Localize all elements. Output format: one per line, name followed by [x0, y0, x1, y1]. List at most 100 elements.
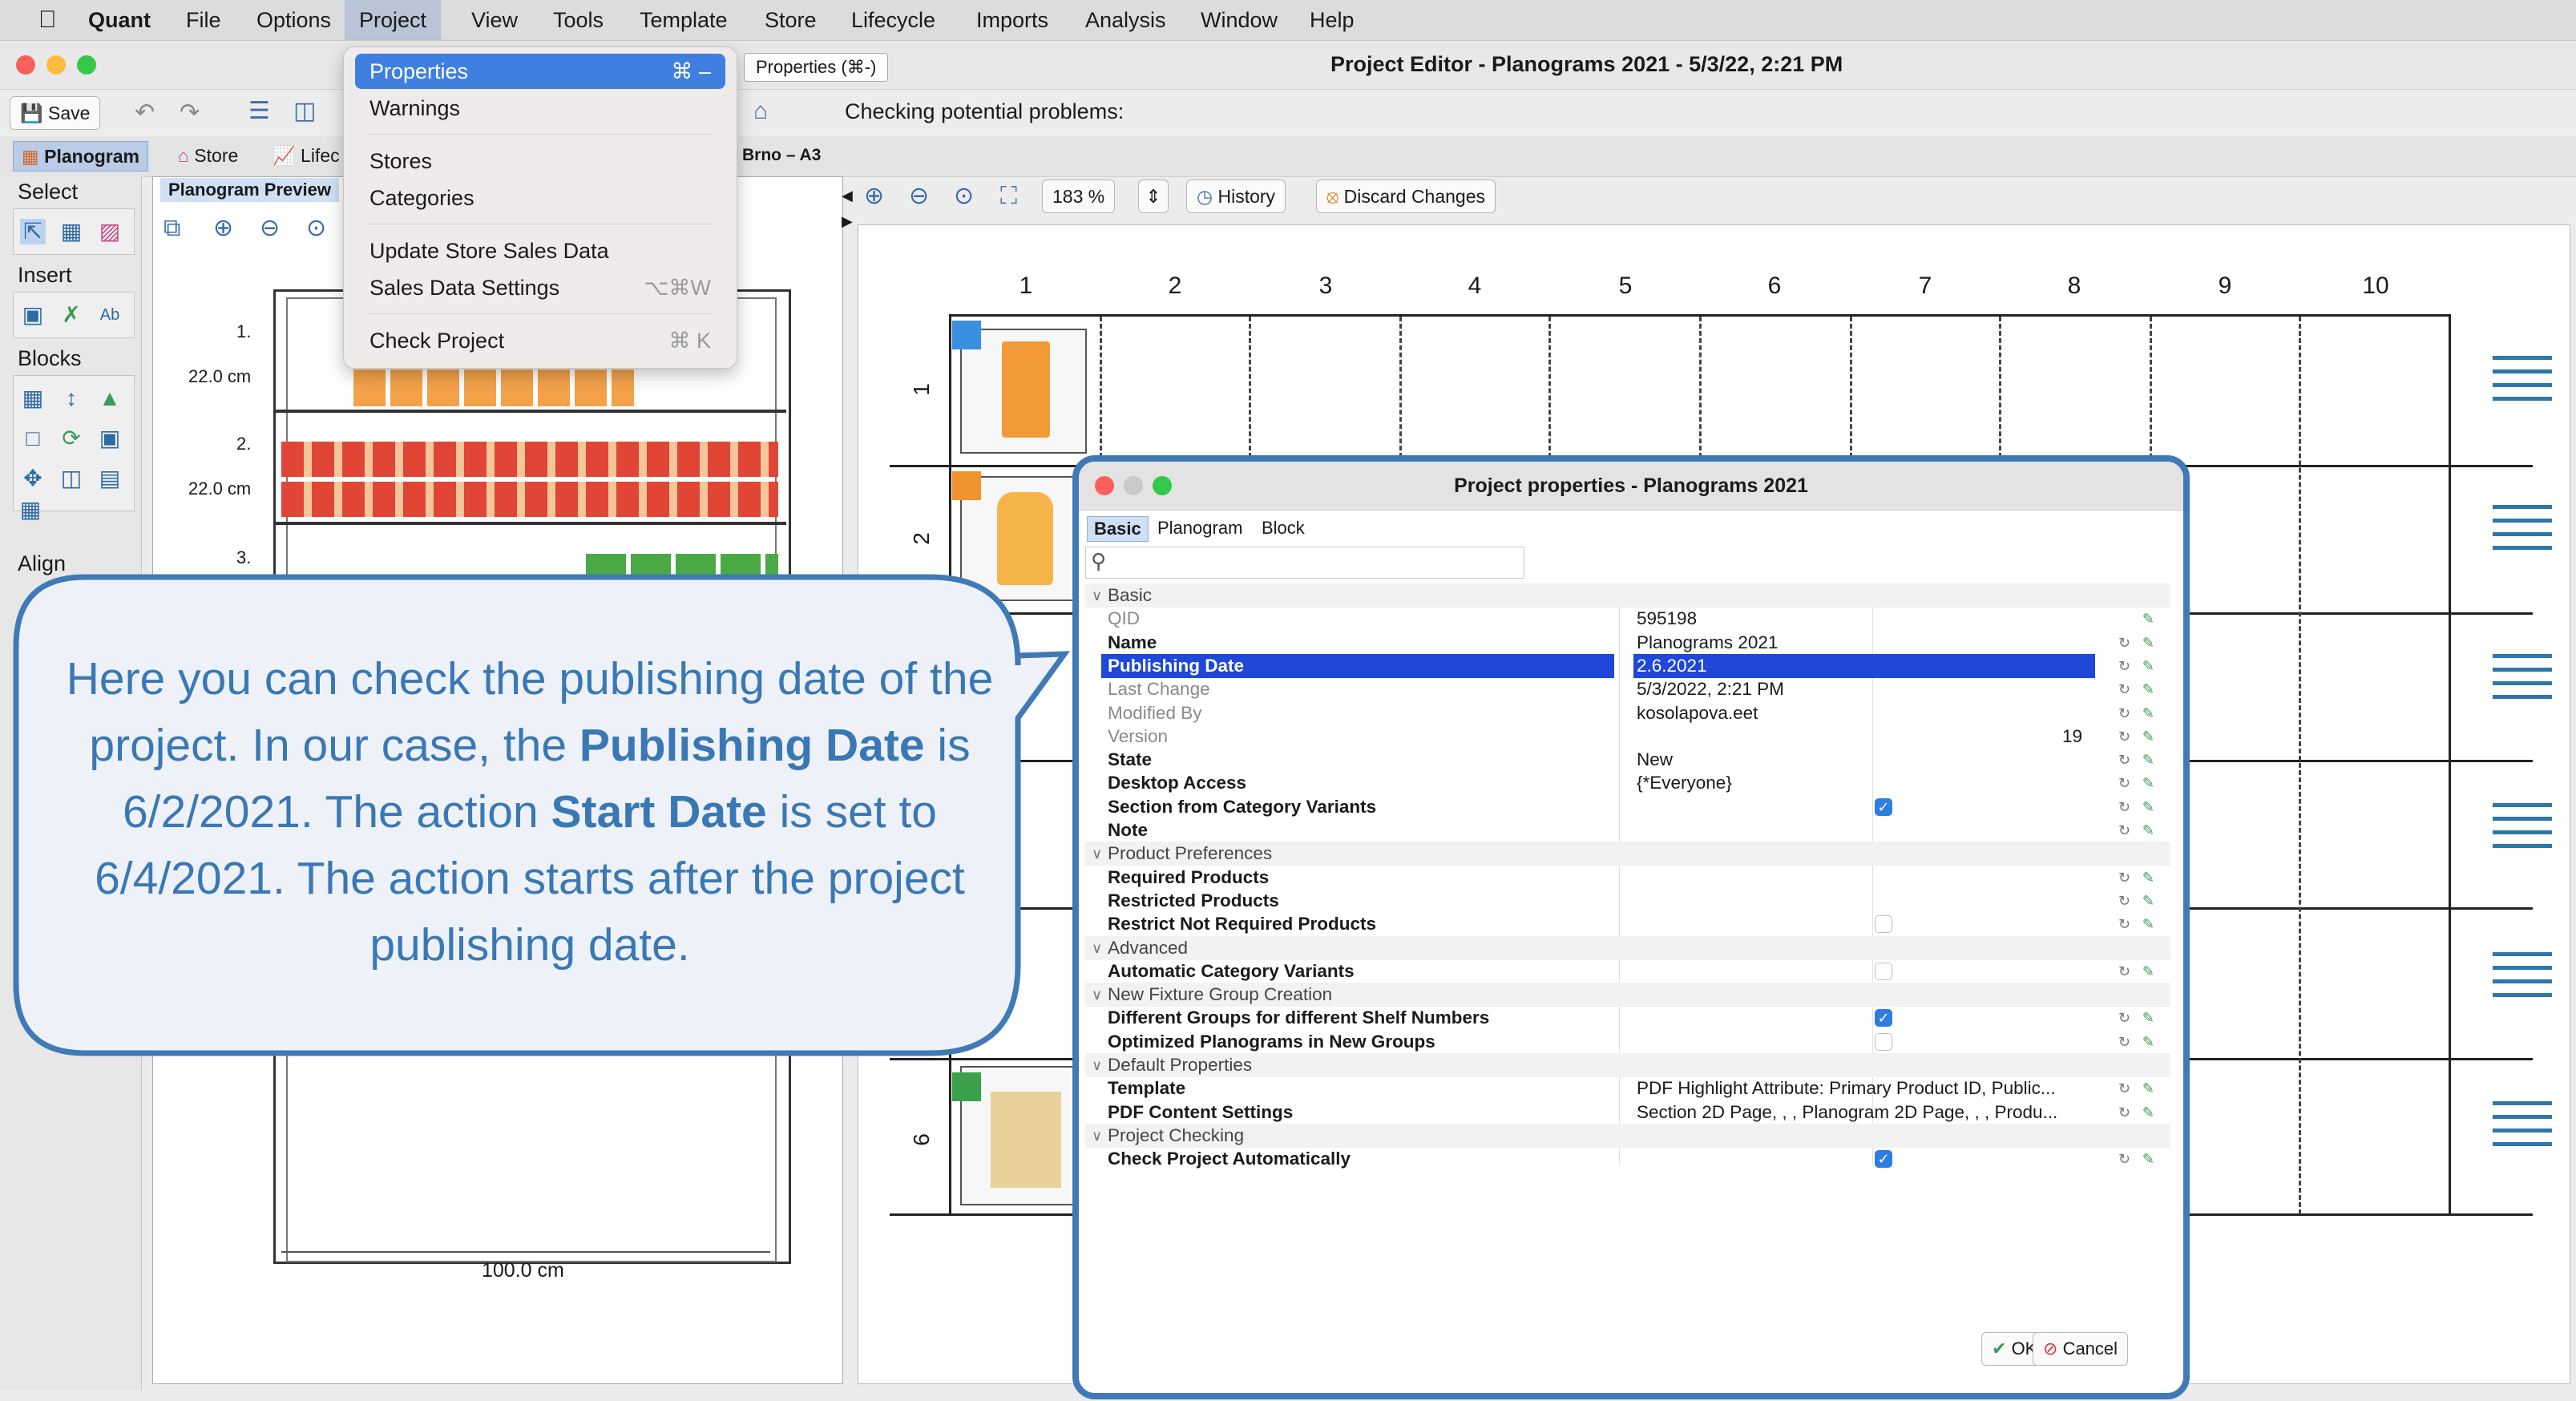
- menu-analysis[interactable]: Analysis: [1071, 0, 1181, 40]
- property-row[interactable]: QID 595198 ✎: [1085, 607, 2170, 631]
- property-value[interactable]: kosolapova.eet: [1637, 701, 1758, 725]
- apple-icon[interactable]: : [24, 0, 71, 40]
- edit-icon[interactable]: ✎: [2142, 677, 2154, 701]
- reset-icon[interactable]: ↻: [2118, 889, 2130, 913]
- shelf-align-icon[interactable]: [2493, 1101, 2552, 1156]
- menu-help[interactable]: Help: [1295, 0, 1369, 40]
- property-value[interactable]: 5/3/2022, 2:21 PM: [1637, 677, 1784, 701]
- reset-icon[interactable]: ↻: [2118, 677, 2130, 701]
- edit-icon[interactable]: ✎: [2142, 889, 2154, 913]
- block-distribute-icon[interactable]: ◫: [59, 466, 84, 491]
- chevron-down-icon[interactable]: ∨: [1092, 583, 1102, 608]
- menu-item-warnings[interactable]: Warnings: [355, 91, 725, 126]
- reset-icon[interactable]: ↻: [2118, 748, 2130, 772]
- reset-icon[interactable]: ↻: [2118, 959, 2130, 983]
- history-button[interactable]: ◷ History: [1186, 180, 1286, 213]
- reset-icon[interactable]: ↻: [2118, 701, 2130, 725]
- property-row[interactable]: Restricted Products ↻ ✎: [1085, 889, 2170, 913]
- insert-text-icon[interactable]: Ab: [97, 302, 123, 328]
- menu-imports[interactable]: Imports: [962, 0, 1063, 40]
- property-value[interactable]: 2.6.2021: [1633, 653, 2095, 678]
- menu-item-stores[interactable]: Stores: [355, 143, 725, 179]
- block-rotate-icon[interactable]: ⟳: [59, 426, 84, 451]
- block-stack-icon[interactable]: ▤: [97, 466, 123, 491]
- edit-icon[interactable]: ✎: [2142, 607, 2154, 631]
- edit-icon[interactable]: ✎: [2142, 701, 2154, 725]
- property-checkbox[interactable]: [1875, 962, 1892, 980]
- property-category-row[interactable]: ∨ Basic: [1085, 583, 2170, 608]
- reset-icon[interactable]: ↻: [2118, 725, 2130, 749]
- undo-icon[interactable]: ↶: [135, 101, 155, 125]
- edit-icon[interactable]: ✎: [2142, 725, 2154, 749]
- insert-product-icon[interactable]: ✗: [59, 302, 84, 328]
- menu-lifecycle[interactable]: Lifecycle: [837, 0, 950, 40]
- reset-icon[interactable]: ↻: [2118, 795, 2130, 819]
- property-category-row[interactable]: ∨ Product Preferences: [1085, 842, 2170, 866]
- zoom-fit-icon[interactable]: ⊙: [306, 216, 326, 240]
- app-name-menu[interactable]: Quant: [74, 0, 165, 40]
- property-value[interactable]: {*Everyone}: [1637, 771, 1732, 795]
- zoom-fit-icon[interactable]: ⊙: [954, 184, 974, 208]
- block-expand-icon[interactable]: ▣: [97, 426, 123, 451]
- tab-lifecycle[interactable]: 📈 Lifec: [264, 141, 348, 170]
- block-extra-icon[interactable]: ▦: [18, 497, 43, 523]
- property-checkbox[interactable]: [1875, 1032, 1892, 1051]
- property-checkbox[interactable]: [1875, 915, 1892, 934]
- property-category-row[interactable]: ∨ New Fixture Group Creation: [1085, 983, 2170, 1007]
- menu-window[interactable]: Window: [1186, 0, 1292, 40]
- panel-collapse-right-icon[interactable]: ▶: [842, 213, 853, 230]
- chevron-down-icon[interactable]: ∨: [1092, 936, 1102, 960]
- reset-icon[interactable]: ↻: [2118, 818, 2130, 842]
- shelf-align-icon[interactable]: [2493, 803, 2552, 858]
- property-row[interactable]: Section from Category Variants ✓ ↻ ✎: [1085, 795, 2170, 819]
- reset-icon[interactable]: ↻: [2118, 1006, 2130, 1030]
- menu-store[interactable]: Store: [750, 0, 831, 40]
- property-row[interactable]: Name Planograms 2021 ↻ ✎: [1085, 631, 2170, 655]
- property-value[interactable]: 19: [2062, 725, 2082, 749]
- reset-icon[interactable]: ↻: [2118, 771, 2130, 795]
- list-view-icon[interactable]: ☰: [248, 99, 270, 123]
- zoom-level-field[interactable]: 183 %: [1042, 180, 1116, 213]
- reset-icon[interactable]: ↻: [2118, 1147, 2130, 1171]
- edit-icon[interactable]: ✎: [2142, 631, 2154, 655]
- edit-icon[interactable]: ✎: [2142, 1100, 2154, 1124]
- copy-icon[interactable]: ⧉: [164, 216, 180, 240]
- edit-icon[interactable]: ✎: [2142, 912, 2154, 936]
- select-grid-icon[interactable]: ▦: [59, 219, 84, 244]
- block-group-icon[interactable]: □: [20, 426, 46, 451]
- chevron-down-icon[interactable]: ∨: [1092, 842, 1102, 866]
- close-window-button[interactable]: [16, 55, 35, 75]
- property-row[interactable]: Version 19 ↻ ✎: [1085, 725, 2170, 749]
- select-arrow-icon[interactable]: ⇱: [20, 219, 46, 244]
- property-search-input[interactable]: ⚲: [1085, 547, 1524, 579]
- property-row[interactable]: Note ↻ ✎: [1085, 818, 2170, 842]
- zoom-window-button[interactable]: [77, 55, 96, 75]
- property-category-row[interactable]: ∨ Default Properties: [1085, 1053, 2170, 1077]
- edit-icon[interactable]: ✎: [2142, 818, 2154, 842]
- store-layout-icon[interactable]: ⌂: [753, 99, 768, 123]
- edit-icon[interactable]: ✎: [2142, 771, 2154, 795]
- menu-tools[interactable]: Tools: [539, 0, 618, 40]
- chevron-down-icon[interactable]: ∨: [1092, 1053, 1102, 1077]
- property-checkbox-checked[interactable]: ✓: [1875, 1009, 1892, 1028]
- minimize-window-button[interactable]: [46, 55, 66, 75]
- dialog-tab-block[interactable]: Block: [1255, 516, 1311, 540]
- insert-shelf-icon[interactable]: ▣: [20, 302, 46, 328]
- menu-item-categories[interactable]: Categories: [355, 180, 725, 216]
- edit-icon[interactable]: ✎: [2142, 866, 2154, 890]
- reset-icon[interactable]: ↻: [2118, 1030, 2130, 1054]
- edit-icon[interactable]: ✎: [2142, 654, 2154, 678]
- menu-item-check-project[interactable]: Check Project ⌘ K: [355, 323, 725, 358]
- block-3d-icon[interactable]: ▲: [97, 386, 123, 411]
- reset-icon[interactable]: ↻: [2118, 1100, 2130, 1124]
- reset-icon[interactable]: ↻: [2118, 654, 2130, 678]
- property-row[interactable]: Check Project Automatically ✓ ↻ ✎: [1085, 1147, 2170, 1171]
- property-value[interactable]: PDF Highlight Attribute: Primary Product…: [1637, 1076, 2056, 1100]
- edit-icon[interactable]: ✎: [2142, 795, 2154, 819]
- chevron-down-icon[interactable]: ∨: [1092, 983, 1102, 1007]
- redo-icon[interactable]: ↷: [180, 101, 200, 125]
- menu-item-sales-data-settings[interactable]: Sales Data Settings ⌥⌘W: [355, 270, 725, 305]
- shelf-align-icon[interactable]: [2493, 356, 2552, 410]
- menu-view[interactable]: View: [457, 0, 532, 40]
- dialog-tab-planogram[interactable]: Planogram: [1151, 516, 1249, 540]
